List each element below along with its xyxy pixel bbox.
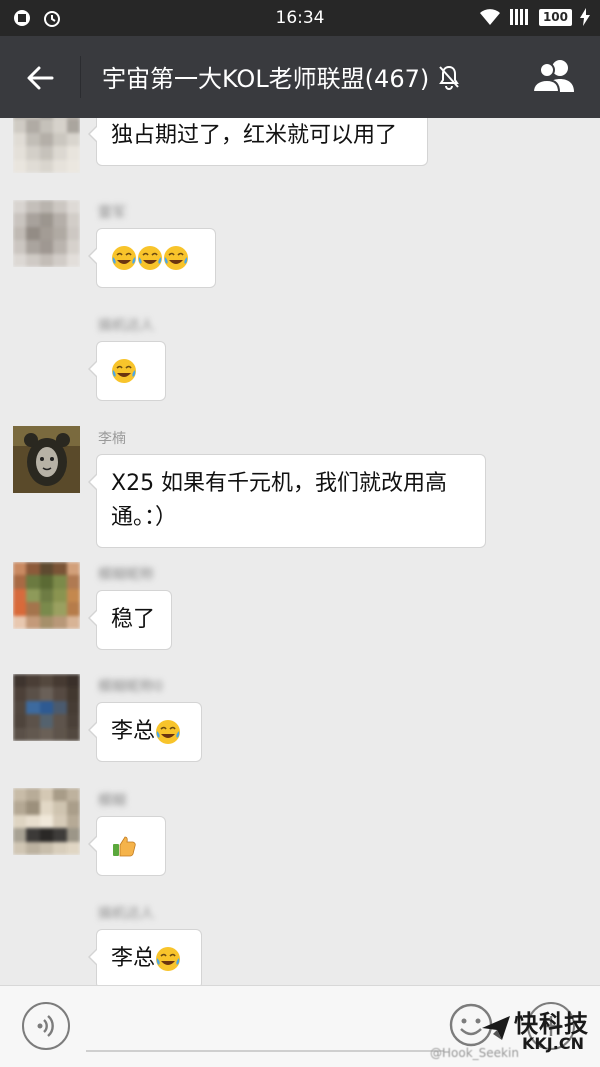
chat-title: 宇宙第一大KOL老师联盟(467) bbox=[102, 59, 461, 94]
chat-header: 宇宙第一大KOL老师联盟(467) bbox=[0, 36, 600, 118]
status-bar: 16:34 100 bbox=[0, 0, 600, 36]
sender-name: 搞机达人 bbox=[98, 318, 154, 334]
avatar[interactable] bbox=[13, 426, 80, 493]
message-input[interactable] bbox=[86, 1012, 444, 1052]
message-text: 独占期过了，红米就可以用了 bbox=[111, 123, 398, 148]
tears-of-joy-icon bbox=[112, 246, 136, 270]
wifi-icon bbox=[479, 9, 500, 25]
group-members-icon bbox=[531, 60, 574, 93]
tears-of-joy-icon bbox=[164, 246, 188, 270]
message-bubble[interactable] bbox=[88, 341, 166, 401]
thumbs-up-icon bbox=[113, 836, 136, 857]
voice-button[interactable] bbox=[22, 1002, 70, 1050]
sender-name: 模糊昵称 bbox=[98, 567, 154, 583]
header-divider bbox=[80, 56, 81, 98]
avatar[interactable] bbox=[13, 562, 80, 629]
message-text: 李总 bbox=[111, 946, 156, 971]
weibo-watermark: @Hook_Seekin bbox=[430, 1046, 519, 1060]
charging-icon bbox=[580, 8, 590, 26]
message-bubble[interactable]: X25 如果有千元机，我们就改用高通。：） bbox=[88, 454, 486, 548]
message-bubble[interactable]: 独占期过了，红米就可以用了 bbox=[88, 118, 428, 166]
watermark-site: KKJ.CN bbox=[522, 1034, 584, 1053]
voice-icon bbox=[37, 1015, 54, 1037]
sender-name: 模糊 bbox=[98, 793, 126, 809]
avatar[interactable] bbox=[13, 200, 80, 267]
tears-of-joy-icon bbox=[156, 947, 181, 971]
sender-name: 雷军 bbox=[98, 205, 126, 221]
battery-icon: 100 bbox=[538, 8, 572, 26]
tears-of-joy-icon bbox=[156, 720, 181, 744]
message-bubble[interactable] bbox=[88, 816, 166, 876]
signal-icon bbox=[509, 9, 528, 25]
chat-message-list[interactable]: 独占期过了，红米就可以用了 雷军 搞机达人 李楠 X25 如果有千元机，我们就改… bbox=[0, 118, 600, 985]
sender-name: 搞机达人 bbox=[98, 906, 154, 922]
back-button[interactable] bbox=[22, 58, 62, 98]
mute-bell-icon bbox=[439, 65, 460, 90]
message-bubble[interactable]: 李总 bbox=[88, 702, 202, 762]
chat-title-text: 宇宙第一大KOL老师联盟(467) bbox=[102, 65, 430, 93]
message-bubble[interactable]: 稳了 bbox=[88, 590, 172, 650]
message-bubble[interactable]: 李总 bbox=[88, 929, 202, 985]
avatar[interactable] bbox=[13, 788, 80, 855]
sender-name: 李楠 bbox=[98, 431, 126, 447]
avatar[interactable] bbox=[13, 118, 80, 173]
message-bubble[interactable] bbox=[88, 228, 216, 288]
message-text: X25 如果有千元机，我们就改用高通。：） bbox=[111, 471, 448, 530]
message-text: 李总 bbox=[111, 719, 156, 744]
message-text: 稳了 bbox=[111, 607, 156, 632]
kkj-logo-icon bbox=[482, 1016, 510, 1040]
back-arrow-icon bbox=[27, 66, 54, 90]
avatar-image bbox=[13, 426, 80, 493]
sender-name: 模糊昵称0 bbox=[98, 679, 163, 695]
tears-of-joy-icon bbox=[138, 246, 162, 270]
group-info-button[interactable] bbox=[530, 56, 578, 96]
tears-of-joy-icon bbox=[112, 359, 136, 383]
avatar[interactable] bbox=[13, 674, 80, 741]
